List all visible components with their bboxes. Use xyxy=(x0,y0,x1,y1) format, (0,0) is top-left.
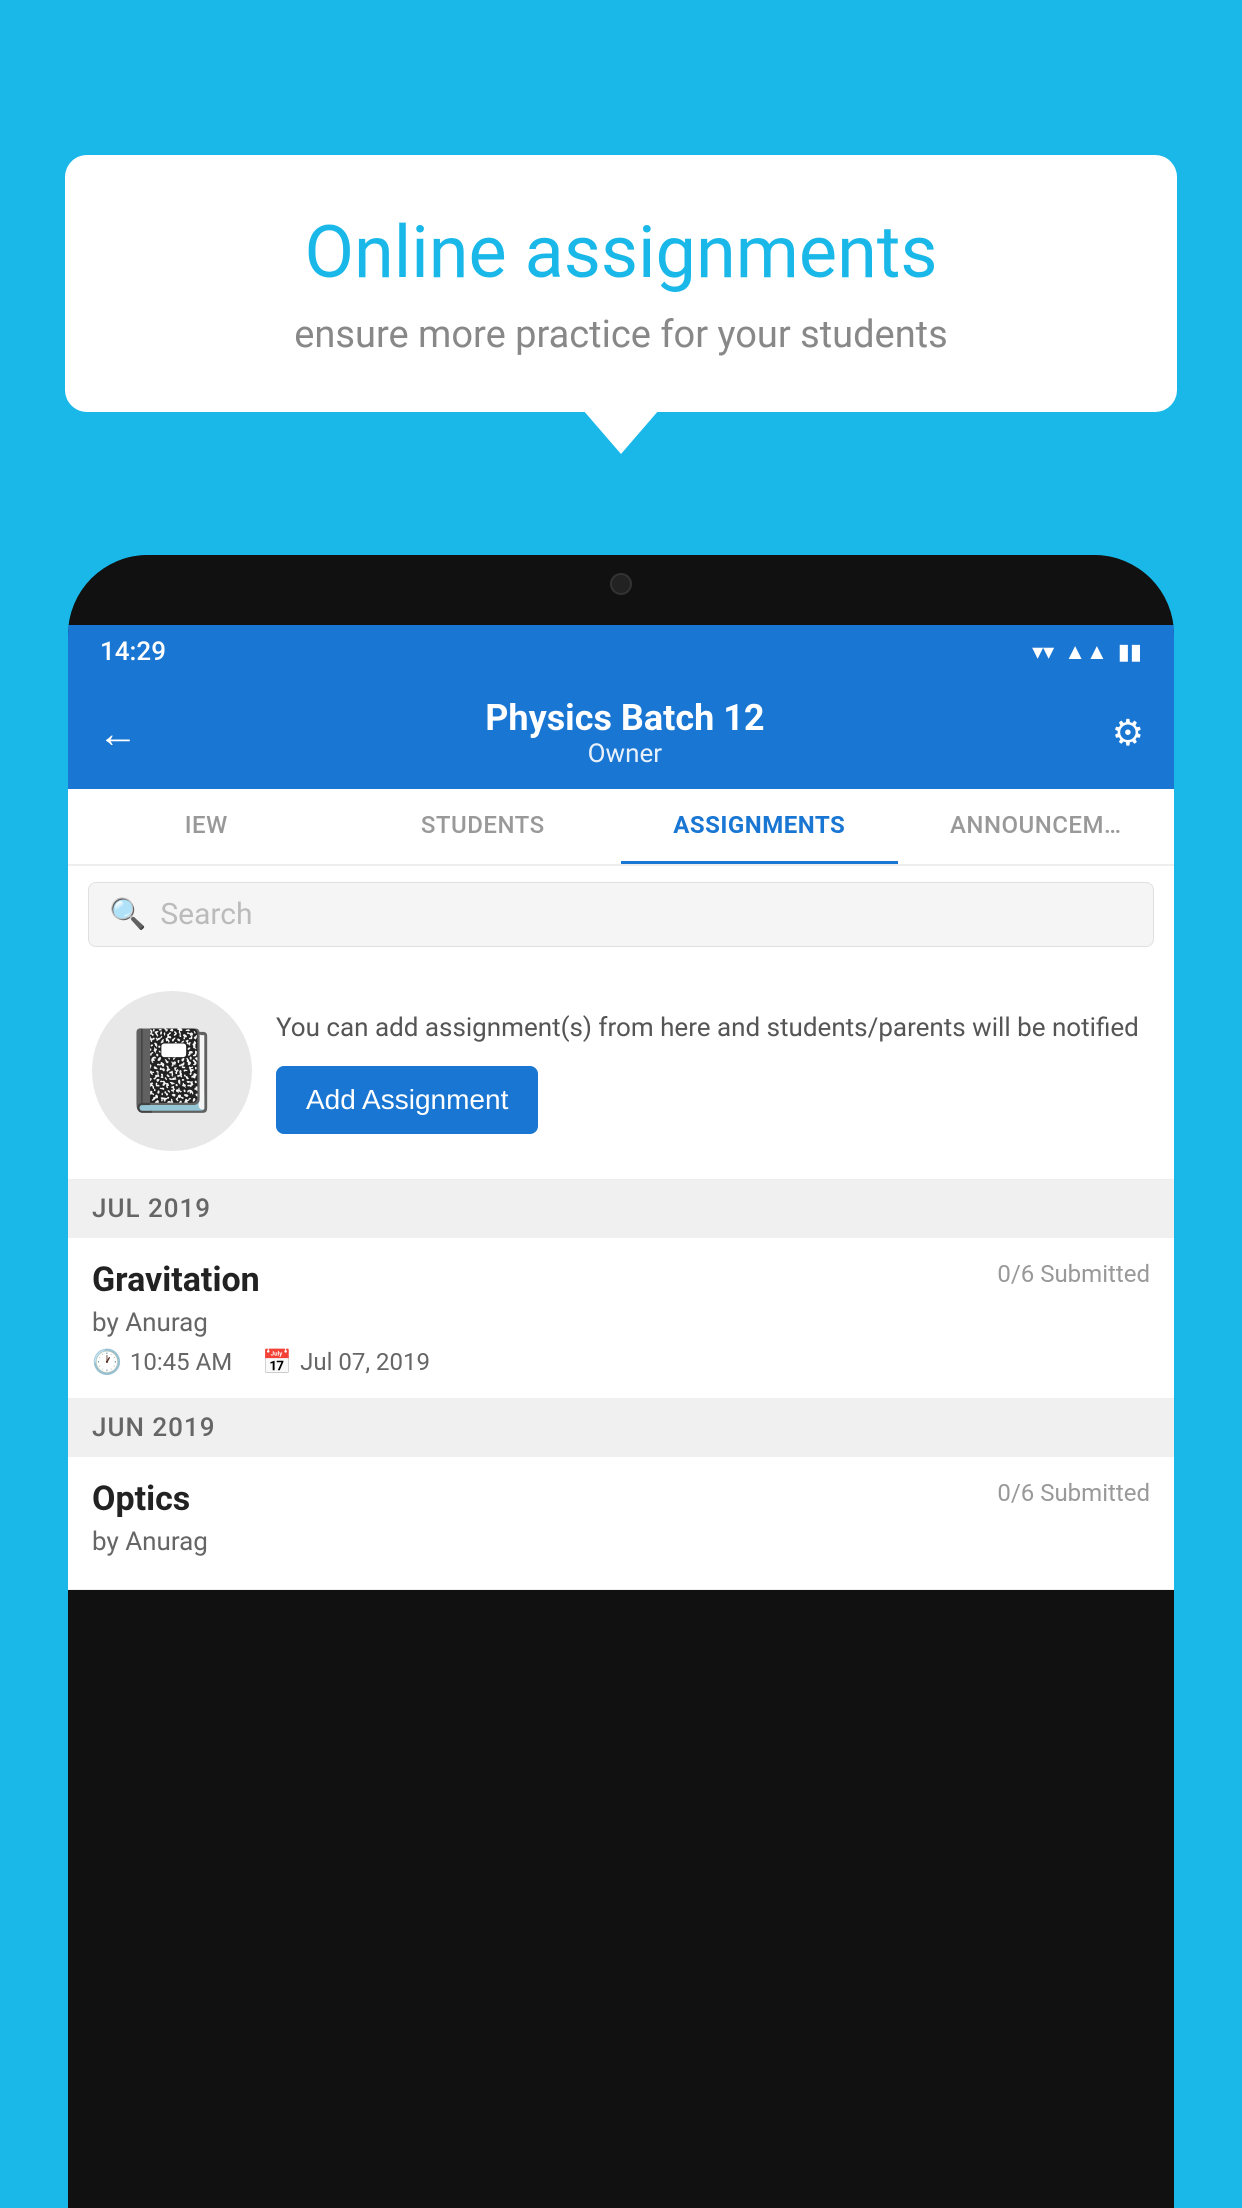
battery-icon: ▮▮ xyxy=(1118,640,1142,665)
assignment-time: 🕐 10:45 AM xyxy=(92,1348,232,1376)
assignment-notebook-icon: 📓 xyxy=(122,1024,222,1118)
assignment-by-optics: by Anurag xyxy=(92,1527,1150,1557)
calendar-icon: 📅 xyxy=(262,1348,292,1376)
assignment-meta: 🕐 10:45 AM 📅 Jul 07, 2019 xyxy=(92,1348,1150,1376)
speech-bubble-title: Online assignments xyxy=(125,210,1117,295)
status-icons: ▾▾ ▲▲ ▮▮ xyxy=(1032,639,1142,665)
assignment-item-top: Gravitation 0/6 Submitted xyxy=(92,1260,1150,1300)
app-header: ← Physics Batch 12 Owner ⚙ xyxy=(68,679,1174,789)
tab-assignments[interactable]: ASSIGNMENTS xyxy=(621,789,898,864)
signal-icon: ▲▲ xyxy=(1064,639,1108,665)
tab-announcements[interactable]: ANNOUNCEM… xyxy=(898,789,1175,864)
month-header-jul: JUL 2019 xyxy=(68,1180,1174,1238)
tab-iew[interactable]: IEW xyxy=(68,789,345,864)
tabs-container: IEW STUDENTS ASSIGNMENTS ANNOUNCEM… xyxy=(68,789,1174,866)
search-icon: 🔍 xyxy=(109,897,146,932)
back-button[interactable]: ← xyxy=(98,710,138,757)
tab-students[interactable]: STUDENTS xyxy=(345,789,622,864)
assignment-name: Gravitation xyxy=(92,1260,260,1300)
phone-frame: 14:29 ▾▾ ▲▲ ▮▮ ← Physics Batch 12 Owner … xyxy=(68,555,1174,2208)
assignment-date: 📅 Jul 07, 2019 xyxy=(262,1348,430,1376)
header-center: Physics Batch 12 Owner xyxy=(485,697,764,769)
settings-icon[interactable]: ⚙ xyxy=(1112,712,1144,754)
assignment-icon-circle: 📓 xyxy=(92,991,252,1151)
status-bar: 14:29 ▾▾ ▲▲ ▮▮ xyxy=(68,625,1174,679)
month-header-jun: JUN 2019 xyxy=(68,1399,1174,1457)
assignment-submitted-optics: 0/6 Submitted xyxy=(997,1479,1150,1507)
phone-camera xyxy=(610,573,632,595)
empty-assignment-section: 📓 You can add assignment(s) from here an… xyxy=(68,963,1174,1180)
assignment-name-optics: Optics xyxy=(92,1479,190,1519)
header-subtitle: Owner xyxy=(485,739,764,769)
assignment-item-optics[interactable]: Optics 0/6 Submitted by Anurag xyxy=(68,1457,1174,1590)
assignment-by: by Anurag xyxy=(92,1308,1150,1338)
assignment-time-value: 10:45 AM xyxy=(130,1348,232,1376)
phone-notch-area xyxy=(68,555,1174,625)
search-bar[interactable]: 🔍 Search xyxy=(88,882,1154,947)
speech-bubble: Online assignments ensure more practice … xyxy=(65,155,1177,412)
clock-icon: 🕐 xyxy=(92,1348,122,1376)
search-placeholder: Search xyxy=(160,897,252,932)
assignment-date-value: Jul 07, 2019 xyxy=(300,1348,430,1376)
status-time: 14:29 xyxy=(100,637,166,667)
speech-bubble-subtitle: ensure more practice for your students xyxy=(125,313,1117,357)
search-container: 🔍 Search xyxy=(68,866,1174,963)
wifi-icon: ▾▾ xyxy=(1032,640,1054,665)
app-content: 🔍 Search 📓 You can add assignment(s) fro… xyxy=(68,866,1174,1590)
assignment-item-gravitation[interactable]: Gravitation 0/6 Submitted by Anurag 🕐 10… xyxy=(68,1238,1174,1399)
speech-bubble-container: Online assignments ensure more practice … xyxy=(65,155,1177,412)
add-assignment-button[interactable]: Add Assignment xyxy=(276,1066,538,1134)
assignment-submitted: 0/6 Submitted xyxy=(997,1260,1150,1288)
empty-state-description: You can add assignment(s) from here and … xyxy=(276,1009,1150,1048)
page-title: Physics Batch 12 xyxy=(485,697,764,739)
empty-state-text: You can add assignment(s) from here and … xyxy=(276,1009,1150,1134)
assignment-item-top-optics: Optics 0/6 Submitted xyxy=(92,1479,1150,1519)
